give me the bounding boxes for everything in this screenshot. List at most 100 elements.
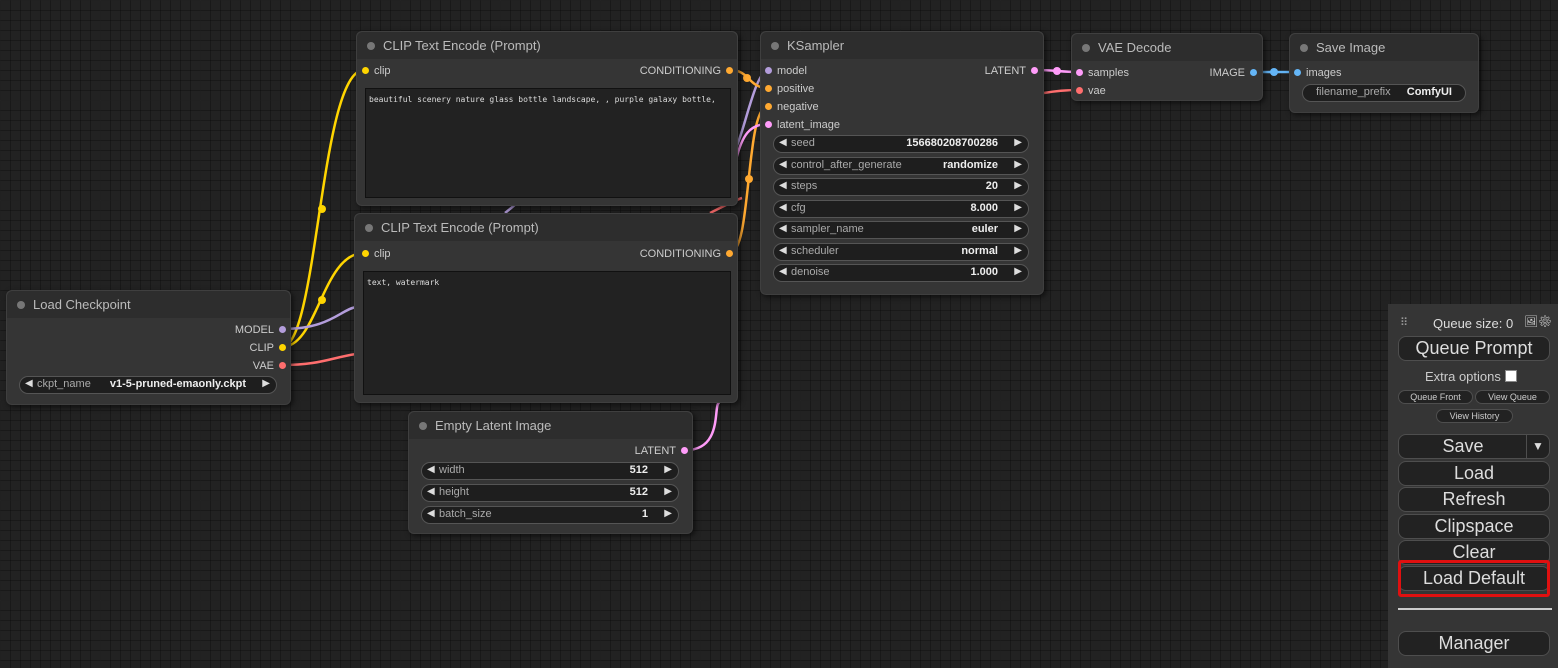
collapse-dot-icon[interactable] — [771, 42, 779, 50]
arrow-right-icon[interactable]: ▶ — [262, 378, 270, 389]
arrow-left-icon[interactable]: ◀ — [779, 266, 787, 277]
settings-icon[interactable]: ⚙ — [1538, 316, 1552, 328]
arrow-right-icon[interactable]: ▶ — [664, 464, 672, 475]
filename-prefix-widget[interactable]: filename_prefix ComfyUI — [1302, 84, 1466, 102]
node-title[interactable]: Save Image — [1290, 34, 1478, 61]
arrow-right-icon[interactable]: ▶ — [1014, 202, 1022, 213]
arrow-left-icon[interactable]: ◀ — [779, 223, 787, 234]
output-conditioning[interactable]: CONDITIONING — [640, 64, 733, 78]
clip-text-encode-negative-node[interactable]: CLIP Text Encode (Prompt) clip CONDITION… — [354, 213, 738, 403]
load-checkpoint-node[interactable]: Load Checkpoint MODEL CLIP VAE ◀ ckpt_na… — [6, 290, 291, 405]
arrow-left-icon[interactable]: ◀ — [427, 464, 435, 475]
conditioning-pin-icon[interactable] — [765, 103, 772, 110]
load-button[interactable]: Load — [1398, 461, 1550, 486]
node-title[interactable]: CLIP Text Encode (Prompt) — [357, 32, 737, 59]
model-pin-icon[interactable] — [765, 67, 772, 74]
arrow-left-icon[interactable]: ◀ — [779, 202, 787, 213]
arrow-right-icon[interactable]: ▶ — [664, 486, 672, 497]
input-samples[interactable]: samples — [1076, 66, 1129, 80]
arrow-left-icon[interactable]: ◀ — [779, 137, 787, 148]
ksampler-node[interactable]: KSampler model positive negative latent_… — [760, 31, 1044, 295]
output-conditioning[interactable]: CONDITIONING — [640, 247, 733, 261]
extra-options-checkbox[interactable] — [1504, 370, 1517, 382]
node-title[interactable]: KSampler — [761, 32, 1043, 59]
input-images[interactable]: images — [1294, 66, 1341, 80]
vae-pin-icon[interactable] — [1076, 87, 1083, 94]
save-button[interactable]: Save ▼ — [1398, 434, 1550, 459]
conditioning-pin-icon[interactable] — [765, 85, 772, 92]
latent-pin-icon[interactable] — [1031, 67, 1038, 74]
collapse-dot-icon[interactable] — [17, 301, 25, 309]
save-image-node[interactable]: Save Image images filename_prefix ComfyU… — [1289, 33, 1479, 113]
output-latent[interactable]: LATENT — [635, 444, 688, 458]
view-history-button[interactable]: View History — [1436, 409, 1513, 423]
clipspace-button[interactable]: Clipspace — [1398, 514, 1550, 539]
input-clip[interactable]: clip — [362, 247, 391, 261]
node-title[interactable]: Empty Latent Image — [409, 412, 692, 439]
output-latent[interactable]: LATENT — [985, 64, 1038, 78]
arrow-right-icon[interactable]: ▶ — [1014, 137, 1022, 148]
sampler-name-widget[interactable]: ◀ sampler_name euler ▶ — [773, 221, 1029, 239]
collapse-dot-icon[interactable] — [367, 42, 375, 50]
view-queue-button[interactable]: View Queue — [1475, 390, 1550, 404]
arrow-right-icon[interactable]: ▶ — [1014, 223, 1022, 234]
ckpt-name-combo[interactable]: ◀ ckpt_name v1-5-pruned-emaonly.ckpt ▶ — [19, 376, 277, 394]
output-clip[interactable]: CLIP — [250, 341, 286, 355]
arrow-right-icon[interactable]: ▶ — [1014, 159, 1022, 170]
dropdown-chevron-icon[interactable]: ▼ — [1526, 435, 1549, 458]
height-widget[interactable]: ◀ height 512 ▶ — [421, 484, 679, 502]
scheduler-widget[interactable]: ◀ scheduler normal ▶ — [773, 243, 1029, 261]
prompt-textarea[interactable]: beautiful scenery nature glass bottle la… — [365, 88, 731, 198]
input-clip[interactable]: clip — [362, 64, 391, 78]
collapse-dot-icon[interactable] — [1082, 44, 1090, 52]
clip-pin-icon[interactable] — [362, 250, 369, 257]
control-after-generate-widget[interactable]: ◀ control_after_generate randomize ▶ — [773, 157, 1029, 175]
steps-widget[interactable]: ◀ steps 20 ▶ — [773, 178, 1029, 196]
image-icon[interactable]: 🖼 — [1524, 316, 1538, 328]
node-title[interactable]: CLIP Text Encode (Prompt) — [355, 214, 737, 241]
output-image[interactable]: IMAGE — [1210, 66, 1257, 80]
latent-pin-icon[interactable] — [681, 447, 688, 454]
output-model[interactable]: MODEL — [235, 323, 286, 337]
width-widget[interactable]: ◀ width 512 ▶ — [421, 462, 679, 480]
arrow-left-icon[interactable]: ◀ — [427, 508, 435, 519]
collapse-dot-icon[interactable] — [1300, 44, 1308, 52]
conditioning-pin-icon[interactable] — [726, 67, 733, 74]
arrow-left-icon[interactable]: ◀ — [25, 378, 33, 389]
arrow-left-icon[interactable]: ◀ — [779, 180, 787, 191]
prompt-textarea[interactable]: text, watermark — [363, 271, 731, 395]
input-model[interactable]: model — [765, 64, 807, 78]
image-pin-icon[interactable] — [1250, 69, 1257, 76]
input-positive[interactable]: positive — [765, 82, 814, 96]
arrow-right-icon[interactable]: ▶ — [664, 508, 672, 519]
node-title[interactable]: VAE Decode — [1072, 34, 1262, 61]
cfg-widget[interactable]: ◀ cfg 8.000 ▶ — [773, 200, 1029, 218]
input-vae[interactable]: vae — [1076, 84, 1106, 98]
image-pin-icon[interactable] — [1294, 69, 1301, 76]
empty-latent-image-node[interactable]: Empty Latent Image LATENT ◀ width 512 ▶ … — [408, 411, 693, 534]
arrow-right-icon[interactable]: ▶ — [1014, 266, 1022, 277]
arrow-left-icon[interactable]: ◀ — [427, 486, 435, 497]
manager-button[interactable]: Manager — [1398, 631, 1550, 656]
output-vae[interactable]: VAE — [253, 359, 286, 373]
latent-pin-icon[interactable] — [765, 121, 772, 128]
drag-handle-icon[interactable]: ⠿ — [1400, 316, 1408, 329]
latent-pin-icon[interactable] — [1076, 69, 1083, 76]
batch-size-widget[interactable]: ◀ batch_size 1 ▶ — [421, 506, 679, 524]
vae-pin-icon[interactable] — [279, 362, 286, 369]
clip-text-encode-positive-node[interactable]: CLIP Text Encode (Prompt) clip CONDITION… — [356, 31, 738, 206]
arrow-left-icon[interactable]: ◀ — [779, 159, 787, 170]
queue-front-button[interactable]: Queue Front — [1398, 390, 1473, 404]
input-negative[interactable]: negative — [765, 100, 819, 114]
clip-pin-icon[interactable] — [279, 344, 286, 351]
clip-pin-icon[interactable] — [362, 67, 369, 74]
collapse-dot-icon[interactable] — [419, 422, 427, 430]
arrow-right-icon[interactable]: ▶ — [1014, 180, 1022, 191]
vae-decode-node[interactable]: VAE Decode samples vae IMAGE — [1071, 33, 1263, 101]
collapse-dot-icon[interactable] — [365, 224, 373, 232]
queue-prompt-button[interactable]: Queue Prompt — [1398, 336, 1550, 361]
extra-options[interactable]: Extra options — [1425, 369, 1517, 384]
input-latent-image[interactable]: latent_image — [765, 118, 840, 132]
conditioning-pin-icon[interactable] — [726, 250, 733, 257]
refresh-button[interactable]: Refresh — [1398, 487, 1550, 512]
